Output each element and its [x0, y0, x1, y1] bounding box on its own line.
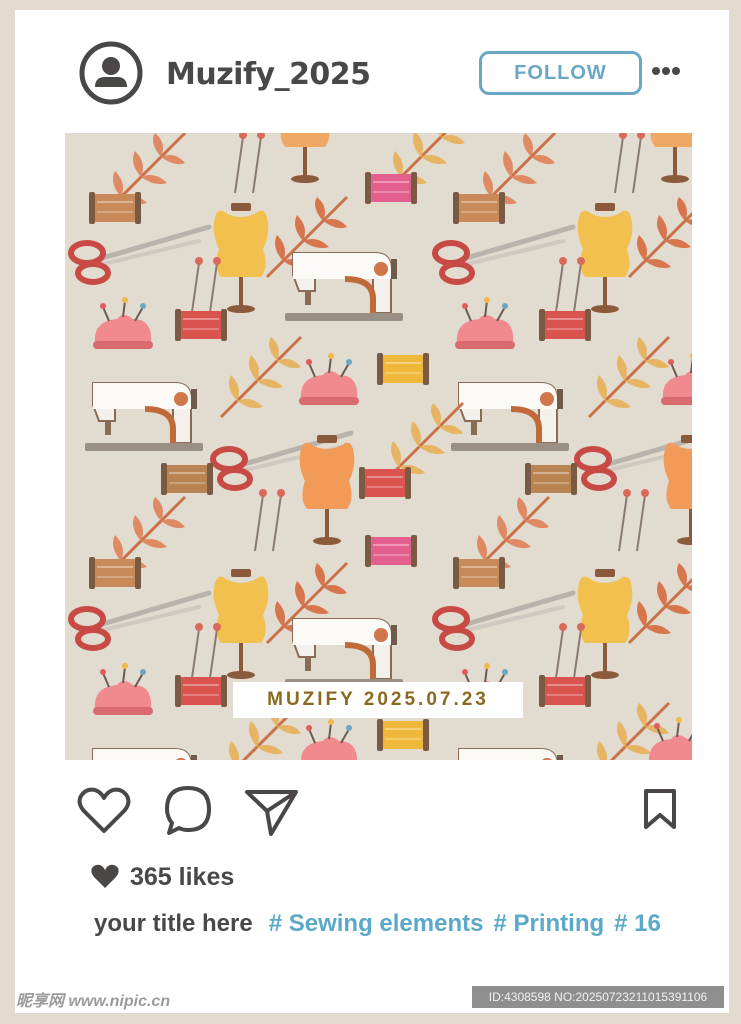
site-logo: 昵享网 www.nipic.cn [16, 993, 171, 1010]
photo-watermark: MUZIFY 2025.07.23 [233, 682, 523, 718]
caption: your title here # Sewing elements # Prin… [94, 910, 671, 938]
user-avatar-icon[interactable] [79, 41, 143, 105]
bookmark-icon[interactable] [643, 788, 677, 835]
username[interactable]: Muzify_2025 [166, 57, 371, 92]
comment-bubble-icon[interactable] [163, 785, 213, 842]
caption-title: your title here [94, 910, 253, 937]
likes-row[interactable]: 365 likes [90, 862, 234, 892]
post-card: Muzify_2025 FOLLOW MUZIFY 2025.07.23 365… [15, 10, 729, 1013]
image-id-label: ID:4308598 NO:20250723211015391106 [472, 986, 724, 1008]
hashtag-printing[interactable]: # Printing [493, 910, 604, 938]
hashtag-sewing[interactable]: # Sewing elements [269, 910, 484, 938]
follow-button[interactable]: FOLLOW [479, 51, 642, 95]
more-horizontal-icon[interactable] [651, 64, 681, 76]
post-image[interactable] [65, 133, 692, 760]
heart-filled-icon [91, 864, 119, 888]
heart-outline-icon[interactable] [77, 787, 131, 840]
likes-count: 365 likes [130, 862, 235, 891]
paper-plane-icon[interactable] [244, 788, 300, 843]
hashtag-16[interactable]: # 16 [614, 910, 661, 938]
